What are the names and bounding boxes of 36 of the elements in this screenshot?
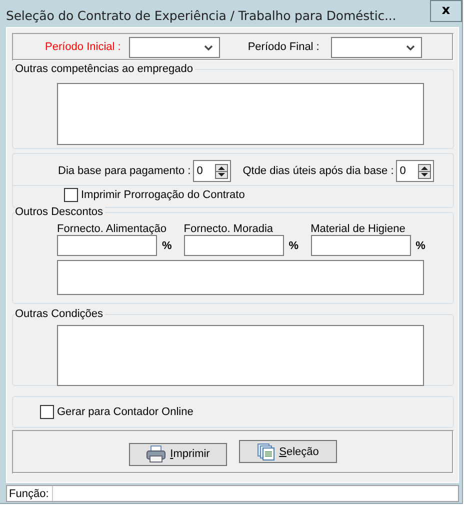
percent-sign: % — [416, 240, 426, 252]
spinner-label: Qtde dias úteis após dia base : — [242, 165, 394, 177]
print-button[interactable]: Imprimir — [129, 442, 227, 466]
text-area[interactable] — [57, 325, 424, 386]
selection-button[interactable]: Seleção — [239, 440, 337, 463]
period-dropdown[interactable] — [128, 36, 220, 58]
up-down-arrows-icon — [214, 164, 228, 178]
window-title: Seleção do Contrato de Experiência / Trabalho para Doméstic... — [5, 7, 396, 23]
percent-sign: % — [162, 240, 172, 252]
group-title: Outras competências ao empregado — [15, 63, 195, 76]
up-down-arrows-icon — [418, 164, 431, 178]
period-label: Período Inicial : — [45, 41, 121, 53]
close-button[interactable]: x — [430, 0, 462, 22]
stacked-pages-icon — [257, 442, 276, 460]
checkbox[interactable] — [64, 188, 78, 202]
period-label: Período Final : — [248, 41, 320, 53]
percent-sign: % — [288, 240, 299, 252]
input-field[interactable] — [184, 235, 284, 256]
text-area[interactable] — [57, 260, 424, 295]
checkbox-label: Gerar para Contador Online — [57, 406, 194, 418]
checkbox-label: Imprimir Prorrogação do Contrato — [81, 189, 245, 201]
group-title: Outras Condições — [15, 308, 106, 321]
field-label: Fornecto. Alimentação — [57, 223, 168, 235]
number-spinner[interactable]: 0 — [396, 160, 434, 182]
input-field[interactable] — [310, 235, 411, 256]
printer-icon — [146, 445, 166, 463]
period-dropdown[interactable] — [331, 36, 422, 58]
spinner-label: Dia base para pagamento : — [58, 165, 191, 177]
chevron-down-icon — [204, 44, 213, 50]
text-area[interactable] — [57, 83, 424, 145]
input-field[interactable] — [57, 235, 157, 256]
field-label: Fornecto. Moradia — [184, 223, 274, 235]
chevron-down-icon — [406, 44, 416, 50]
checkbox[interactable] — [40, 405, 54, 419]
number-spinner[interactable]: 0 — [192, 160, 231, 182]
field-label: Material de Higiene — [310, 223, 406, 235]
